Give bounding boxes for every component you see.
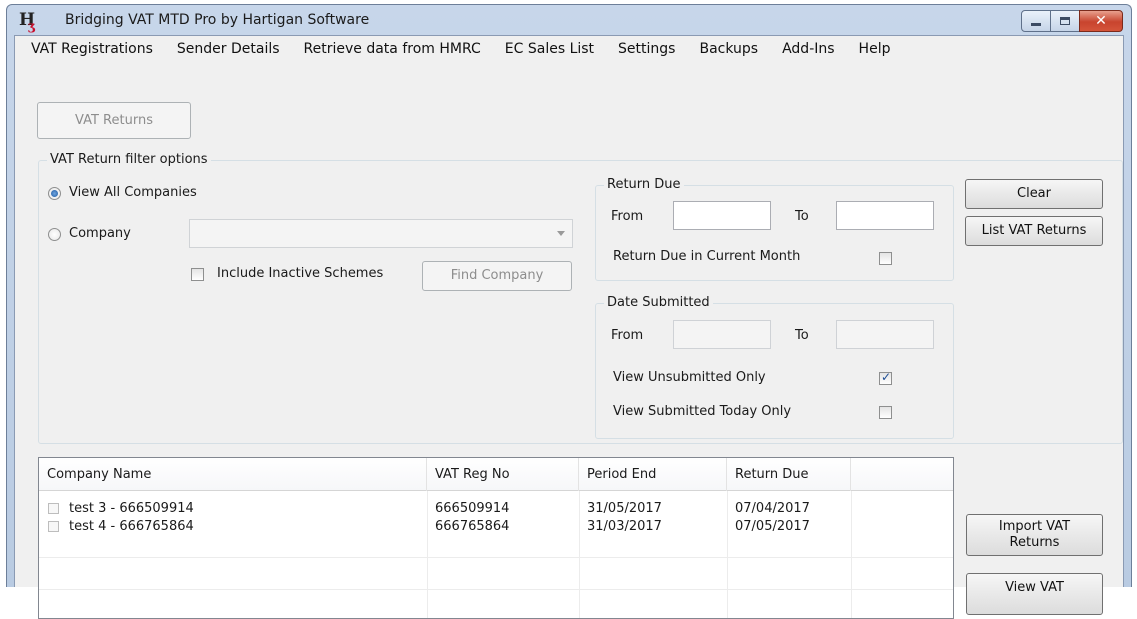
- menu-vat-registrations[interactable]: VAT Registrations: [19, 41, 165, 57]
- cell-return-due: 07/05/2017: [735, 519, 810, 534]
- grid-row-divider: [39, 589, 953, 590]
- grid-row-divider: [39, 557, 953, 558]
- filter-options-legend: VAT Return filter options: [47, 152, 211, 167]
- client-area: VAT Registrations Sender Details Retriev…: [14, 35, 1124, 619]
- find-company-button[interactable]: Find Company: [422, 261, 572, 291]
- date-submitted-from-input[interactable]: [673, 320, 771, 349]
- menu-add-ins[interactable]: Add-Ins: [770, 41, 846, 57]
- row-checkbox[interactable]: [48, 521, 59, 532]
- cell-company-name: test 3 - 666509914: [69, 501, 194, 516]
- return-due-current-month-checkbox[interactable]: [879, 252, 892, 265]
- return-due-to-input[interactable]: [836, 201, 934, 230]
- minimize-icon: [1031, 22, 1041, 26]
- window-title: Bridging VAT MTD Pro by Hartigan Softwar…: [65, 12, 370, 28]
- view-unsubmitted-label: View Unsubmitted Only: [613, 370, 766, 385]
- menu-help[interactable]: Help: [847, 41, 903, 57]
- column-header-company-name[interactable]: Company Name: [39, 458, 427, 491]
- view-all-companies-radio[interactable]: [48, 187, 61, 200]
- import-vat-returns-button[interactable]: Import VAT Returns: [966, 514, 1103, 556]
- vat-returns-grid[interactable]: Company Name VAT Reg No Period End Retur…: [38, 457, 954, 619]
- return-due-legend: Return Due: [604, 177, 684, 192]
- app-window: Hʒ Bridging VAT MTD Pro by Hartigan Soft…: [6, 4, 1132, 619]
- column-header-period-end[interactable]: Period End: [579, 458, 727, 491]
- return-due-group: Return Due: [595, 177, 954, 281]
- date-submitted-from-label: From: [611, 328, 644, 343]
- column-header-vat-reg-no[interactable]: VAT Reg No: [427, 458, 579, 491]
- cell-return-due: 07/04/2017: [735, 501, 810, 516]
- dropdown-arrow-icon: [557, 231, 565, 236]
- menu-backups[interactable]: Backups: [687, 41, 770, 57]
- menu-settings[interactable]: Settings: [606, 41, 687, 57]
- return-due-from-label: From: [611, 209, 644, 224]
- clear-button[interactable]: Clear: [965, 179, 1103, 209]
- window-controls: ✕: [1021, 10, 1123, 32]
- table-row[interactable]: test 4 - 666765864 666765864 31/03/2017 …: [39, 518, 953, 536]
- menu-retrieve-data[interactable]: Retrieve data from HMRC: [292, 41, 493, 57]
- company-select[interactable]: [189, 219, 573, 248]
- menu-sender-details[interactable]: Sender Details: [165, 41, 292, 57]
- row-checkbox[interactable]: [48, 503, 59, 514]
- view-submitted-today-label: View Submitted Today Only: [613, 404, 792, 419]
- checkmark-icon: ✓: [881, 370, 892, 384]
- app-logo-icon: Hʒ: [19, 10, 36, 33]
- view-submitted-today-checkbox[interactable]: [879, 406, 892, 419]
- maximize-icon: [1060, 17, 1070, 25]
- minimize-button[interactable]: [1021, 10, 1051, 32]
- include-inactive-label: Include Inactive Schemes: [217, 266, 384, 281]
- menu-ec-sales-list[interactable]: EC Sales List: [493, 41, 606, 57]
- include-inactive-checkbox[interactable]: [191, 268, 204, 281]
- close-button[interactable]: ✕: [1079, 10, 1123, 32]
- import-vat-returns-line2: Returns: [1009, 535, 1060, 550]
- list-vat-returns-button[interactable]: List VAT Returns: [965, 216, 1103, 246]
- close-icon: ✕: [1095, 13, 1107, 29]
- title-bar[interactable]: Hʒ Bridging VAT MTD Pro by Hartigan Soft…: [7, 5, 1131, 35]
- cell-vat-reg-no: 666509914: [435, 501, 510, 516]
- cell-period-end: 31/03/2017: [587, 519, 662, 534]
- import-vat-returns-line1: Import VAT: [998, 519, 1071, 534]
- company-radio[interactable]: [48, 228, 61, 241]
- view-all-companies-label: View All Companies: [69, 185, 197, 200]
- return-due-from-input[interactable]: [673, 201, 771, 230]
- vat-returns-button[interactable]: VAT Returns: [37, 102, 191, 139]
- cell-company-name: test 4 - 666765864: [69, 519, 194, 534]
- cell-period-end: 31/05/2017: [587, 501, 662, 516]
- view-unsubmitted-checkbox[interactable]: ✓: [879, 370, 892, 385]
- grid-header: Company Name VAT Reg No Period End Retur…: [39, 458, 953, 491]
- view-vat-button[interactable]: View VAT: [966, 573, 1103, 615]
- column-header-return-due[interactable]: Return Due: [727, 458, 851, 491]
- radio-selected-dot: [51, 190, 58, 197]
- date-submitted-to-input[interactable]: [836, 320, 934, 349]
- company-label: Company: [69, 226, 131, 241]
- menu-bar: VAT Registrations Sender Details Retriev…: [15, 36, 1123, 62]
- table-row[interactable]: test 3 - 666509914 666509914 31/05/2017 …: [39, 500, 953, 518]
- cell-vat-reg-no: 666765864: [435, 519, 510, 534]
- date-submitted-to-label: To: [795, 328, 809, 343]
- return-due-to-label: To: [795, 209, 809, 224]
- maximize-button[interactable]: [1050, 10, 1080, 32]
- return-due-current-month-label: Return Due in Current Month: [613, 249, 801, 264]
- filter-options-group: VAT Return filter options: [38, 152, 1123, 444]
- date-submitted-legend: Date Submitted: [604, 295, 713, 310]
